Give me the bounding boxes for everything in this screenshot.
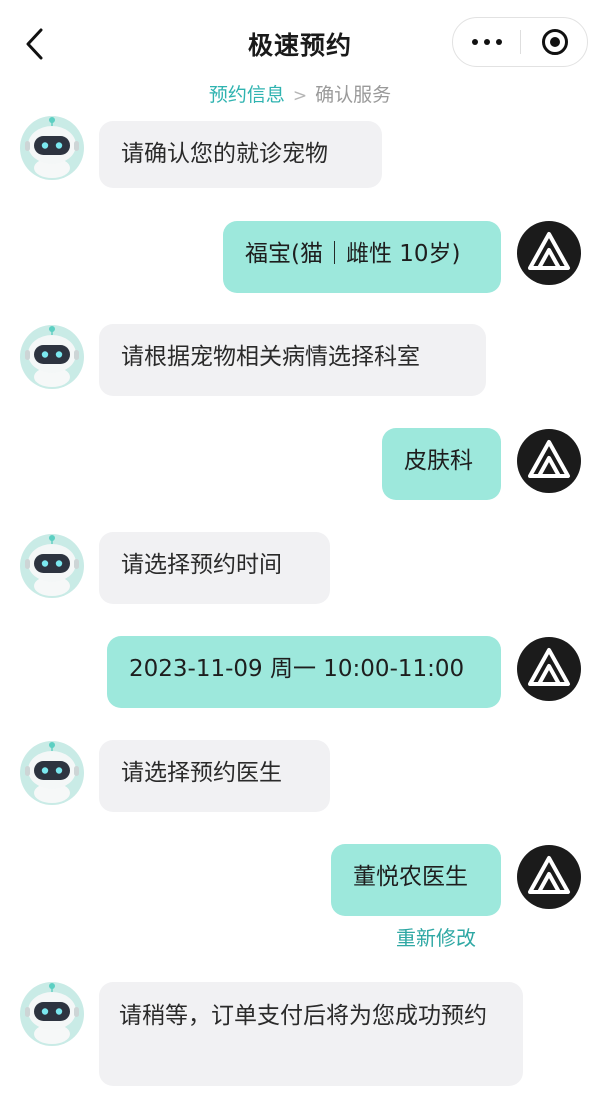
bot-message-bubble: 请根据宠物相关病情选择科室 <box>99 324 486 396</box>
step-confirm-service: 确认服务 <box>315 84 392 106</box>
user-message-bubble: 2023-11-09 周一 10:00-11:00 <box>107 636 501 708</box>
more-dot <box>483 39 490 45</box>
assistant-avatar <box>20 982 84 1046</box>
more-button[interactable] <box>453 18 520 66</box>
bot-message-bubble: 请确认您的就诊宠物 <box>99 121 382 188</box>
chevron-right-icon: > <box>292 86 308 106</box>
user-avatar <box>517 637 581 701</box>
user-avatar <box>517 429 581 493</box>
user-message-bubble: 福宝(猫｜雌性 10岁) <box>223 221 501 293</box>
assistant-avatar <box>20 534 84 598</box>
breadcrumb: 预约信息 > 确认服务 <box>0 82 600 109</box>
more-dots-icon <box>471 39 478 45</box>
bot-message-bubble: 请选择预约医生 <box>99 740 330 812</box>
user-avatar <box>517 845 581 909</box>
mini-program-capsule <box>452 17 588 67</box>
user-message-bubble: 皮肤科 <box>382 428 501 500</box>
edit-link[interactable]: 重新修改 <box>396 922 476 951</box>
user-message-bubble: 董悦农医生 <box>331 844 501 916</box>
assistant-avatar <box>20 325 84 389</box>
bot-message-bubble: 请稍等，订单支付后将为您成功预约 <box>99 982 523 1086</box>
step-booking-info: 预约信息 <box>208 84 285 106</box>
nav-bar: 极速预约 <box>0 0 600 88</box>
assistant-avatar <box>20 116 84 180</box>
more-dot <box>495 39 502 45</box>
close-button[interactable] <box>521 18 588 66</box>
bot-message-bubble: 请选择预约时间 <box>99 532 330 604</box>
user-avatar <box>517 221 581 285</box>
assistant-avatar <box>20 741 84 805</box>
target-circle-icon <box>541 29 568 55</box>
